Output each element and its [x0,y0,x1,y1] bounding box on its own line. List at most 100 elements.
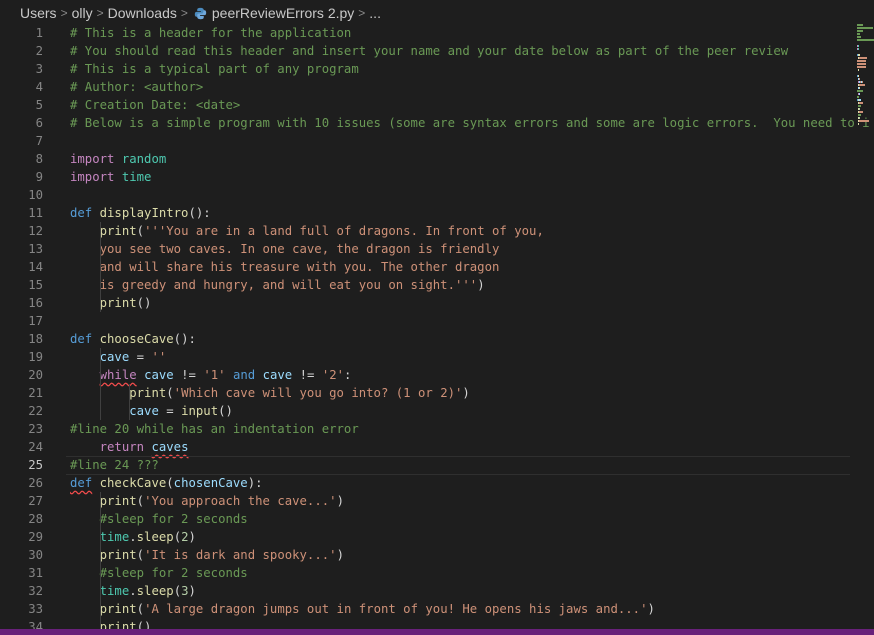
minimap-segment [857,114,861,116]
code-line[interactable]: 12 print('''You are in a land full of dr… [0,222,874,240]
code-token: print [129,386,167,400]
code-text: print('A large dragon jumps out in front… [70,600,655,618]
breadcrumb-item-users[interactable]: Users [20,5,57,21]
code-line[interactable]: 31 #sleep for 2 seconds [0,564,874,582]
code-line[interactable]: 18 def chooseCave(): [0,330,874,348]
minimap-segment [857,60,867,62]
code-line[interactable]: 4 # Author: <author> [0,78,874,96]
code-token: and will share his treasure with you. Th… [70,260,500,274]
code-token: import [70,170,115,184]
code-text: print() [70,618,152,629]
code-line[interactable]: 25 #line 24 ??? [0,456,874,475]
minimap-segment [858,57,868,59]
code-line[interactable]: 34 print() [0,618,874,629]
breadcrumb-item-olly[interactable]: olly [72,5,93,21]
code-line[interactable]: 15 is greedy and hungry, and will eat yo… [0,276,874,294]
code-text: #sleep for 2 seconds [70,564,248,582]
code-line[interactable]: 33 print('A large dragon jumps out in fr… [0,600,874,618]
code-line[interactable]: 20 while cave != '1' and cave != '2': [0,366,874,384]
code-token: cave [144,368,174,382]
code-token: print [99,224,137,238]
code-line[interactable]: 10 [0,186,874,204]
minimap-segment [857,90,864,92]
indent-guide [99,348,101,420]
code-line[interactable]: 21 print('Which cave will you go into? (… [0,384,874,402]
minimap-segment [857,36,861,38]
code-editor[interactable]: 1 # This is a header for the application 2… [0,24,874,629]
minimap-segment [858,48,859,50]
minimap[interactable] [855,24,874,164]
code-line[interactable]: 24 return caves [0,438,874,456]
code-token: cave [262,368,293,382]
code-token: () [136,620,152,629]
code-line[interactable]: 26 def checkCave(chosenCave): [0,474,874,492]
minimap-segment [859,99,861,101]
code-token: ( [136,494,145,508]
code-text: print('It is dark and spooky...') [70,546,344,564]
code-line[interactable]: 17 [0,312,874,330]
line-number: 24 [28,440,43,454]
line-number: 18 [28,332,43,346]
line-number: 3 [35,62,43,76]
code-token: def [70,476,93,490]
code-token: def [70,332,93,346]
indent-guide [129,384,131,420]
code-line[interactable]: 1 # This is a header for the application [0,24,874,42]
code-token: #line 20 while has an indentation error [70,422,359,436]
breadcrumb-item-downloads[interactable]: Downloads [108,5,177,21]
code-line[interactable]: 28 #sleep for 2 seconds [0,510,874,528]
code-line[interactable]: 29 time.sleep(2) [0,528,874,546]
minimap-segment [858,45,860,47]
code-token: while [99,368,137,382]
code-line[interactable]: 11 def displayIntro(): [0,204,874,222]
line-number: 10 [28,188,43,202]
breadcrumb-file[interactable]: peerReviewErrors 2.py [212,5,354,21]
current-line-highlight [66,456,850,475]
code-line[interactable]: 30 print('It is dark and spooky...') [0,546,874,564]
code-text: # You should read this header and insert… [70,42,788,60]
code-line[interactable]: 16 print() [0,294,874,312]
code-text: import random [70,150,166,168]
code-line[interactable]: 7 [0,132,874,150]
code-text: time.sleep(3) [70,582,196,600]
code-token: . [129,530,137,544]
code-line[interactable]: 3 # This is a typical part of any program [0,60,874,78]
code-token: #line 24 ??? [70,458,159,472]
minimap-segment [858,111,863,113]
code-token: 2 [181,530,189,544]
code-line[interactable]: 2 # You should read this header and inser… [0,42,874,60]
code-text: return caves [70,438,189,456]
code-text: #sleep for 2 seconds [70,510,248,528]
code-token: = [129,350,152,364]
code-token: (): [188,206,211,220]
code-token: ) [188,530,196,544]
code-text: print() [70,294,152,312]
code-text: # This is a header for the application [70,24,351,42]
line-number: 19 [28,350,43,364]
indent-guide [99,492,101,629]
code-text: def checkCave(chosenCave): [70,474,263,492]
code-token: print [99,296,137,310]
code-line[interactable]: 32 time.sleep(3) [0,582,874,600]
code-line[interactable]: 23 #line 20 while has an indentation erro… [0,420,874,438]
code-text: print('You approach the cave...') [70,492,344,510]
breadcrumb-symbols[interactable]: ... [369,5,381,21]
code-line[interactable]: 27 print('You approach the cave...') [0,492,874,510]
code-token: ) [336,548,344,562]
code-text: # Creation Date: <date> [70,96,240,114]
code-line[interactable]: 19 cave = '' [0,348,874,366]
code-line[interactable]: 22 cave = input() [0,402,874,420]
code-line[interactable]: 13 you see two caves. In one cave, the d… [0,240,874,258]
code-token: time [99,530,130,544]
code-line[interactable]: 14 and will share his treasure with you.… [0,258,874,276]
code-line[interactable]: 5 # Creation Date: <date> [0,96,874,114]
minimap-segment [858,102,863,104]
code-line[interactable]: 6 # Below is a simple program with 10 iss… [0,114,874,132]
minimap-segment [857,39,874,41]
code-line[interactable]: 9 import time [0,168,874,186]
code-line[interactable]: 8 import random [0,150,874,168]
